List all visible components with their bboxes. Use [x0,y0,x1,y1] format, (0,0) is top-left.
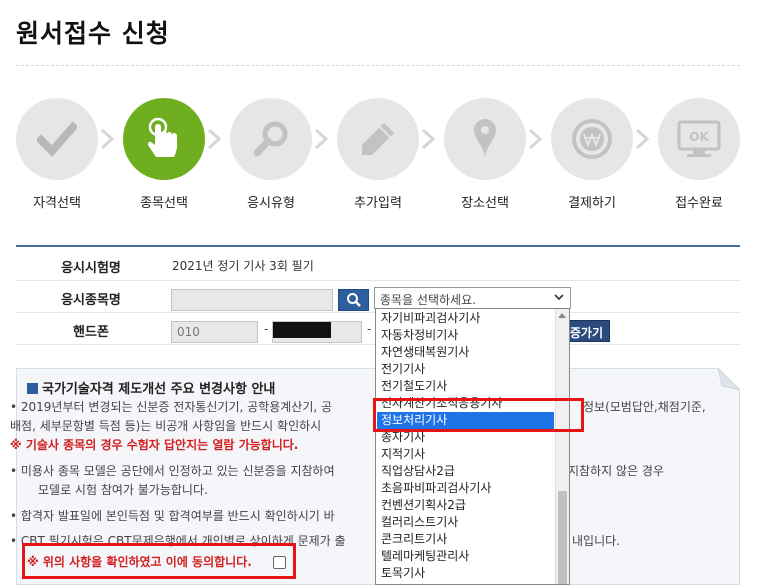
search-button[interactable] [338,289,369,311]
selected-item-highlight-box [373,398,584,432]
step-complete: OK 접수완료 [645,98,753,211]
step-label: 결제하기 [568,196,616,211]
phone-label: 핸드폰 [73,325,109,340]
dropdown-option[interactable]: 지적기사 [380,446,555,463]
dropdown-option[interactable]: 토목기사 [380,565,555,582]
masked-phone-number [273,322,331,338]
step-payment: 결제하기 [538,98,646,211]
dropdown-option[interactable]: 전기기사 [380,361,555,378]
dropdown-option[interactable]: 초음파비파괴검사기사 [380,480,555,497]
subject-label: 응시종목명 [61,293,121,308]
title-divider [16,65,740,66]
chevron-right-icon [100,128,114,150]
notice-title-text: 국가기술자격 제도개선 주요 변경사항 안내 [42,382,276,397]
notice-title: 국가기술자격 제도개선 주요 변경사항 안내 [27,378,275,397]
bullet-icon [27,383,38,394]
chevron-right-icon [207,128,221,150]
scroll-up-icon[interactable] [558,312,566,318]
notice-line: • 합격자 발표일에 본인득점 및 합격여부를 반드시 확인하시기 바 [10,509,335,523]
scrollbar-thumb[interactable] [558,491,567,584]
step-location: 장소선택 [431,98,539,211]
exam-name-value: 2021년 정기 기사 3회 필기 [172,259,314,273]
pencil-icon [337,98,419,180]
page-fold-icon [718,368,740,390]
notice-line: • 2019년부터 변경되는 신분증 전자통신기기, 공학용계산기, 공 [10,400,333,414]
agree-checkbox[interactable] [273,556,286,569]
chevron-down-icon [554,294,564,301]
step-label: 종목선택 [140,196,188,211]
step-label: 자격선택 [33,196,81,211]
search-icon [346,293,361,307]
subject-dropdown-list[interactable]: 자기비파괴검사기사 자동차정비기사 자연생태복원기사 전기기사 전기철도기사 전자계산기조… [375,308,570,585]
chevron-right-icon [528,128,542,150]
exam-name-row: 응시시험명 2021년 정기 기사 3회 필기 [16,249,740,281]
subject-search-input[interactable] [171,289,333,311]
monitor-ok-text: OK [689,130,709,144]
won-coin-icon [551,98,633,180]
location-pin-icon [444,98,526,180]
progress-stepper: 자격선택 종목선택 응시유형 추가입력 장소선택 결제하기 OK 접수완료 [0,98,767,218]
step-qualification: 자격선택 [3,98,111,211]
agree-label: ※ 위의 사항을 확인하였고 이에 동의합니다. [27,555,252,569]
magnifier-icon [230,98,312,180]
page-title: 원서접수 신청 [16,19,170,48]
dropdown-option[interactable]: 텔레마케팅관리사 [380,548,555,565]
notice-line: 지참하지 않은 경우 [568,464,664,478]
subject-select[interactable]: 종목을 선택하세요. [374,287,571,309]
monitor-ok-icon: OK [658,98,740,180]
dropdown-option[interactable]: 컬러리스트기사 [380,514,555,531]
chevron-right-icon [635,128,649,150]
exam-name-label: 응시시험명 [61,261,121,276]
notice-line: 정보(모범답안,채점기준, [583,400,706,414]
check-icon [16,98,98,180]
dropdown-option[interactable]: 직업상담사2급 [380,463,555,480]
dropdown-option[interactable]: 자연생태복원기사 [380,344,555,361]
chevron-right-icon [421,128,435,150]
step-label: 접수완료 [675,196,723,211]
step-exam-type: 응시유형 [217,98,325,211]
touch-icon [123,98,205,180]
notice-line: • 미용사 종목 모델은 공단에서 인정하고 있는 신분증을 지참하여 [10,464,335,478]
dropdown-scrollbar[interactable] [555,309,569,584]
phone-dash: - [264,322,269,336]
step-subject: 종목선택 [110,98,218,211]
dropdown-option[interactable]: 콘크리트기사 [380,531,555,548]
dropdown-option[interactable]: 컨벤션기획사2급 [380,497,555,514]
dropdown-option[interactable]: 자동차정비기사 [380,327,555,344]
dropdown-option[interactable]: 전기철도기사 [380,378,555,395]
step-label: 응시유형 [247,196,295,211]
form-top-border [16,245,740,247]
dropdown-option[interactable]: 자기비파괴검사기사 [380,310,555,327]
notice-line: 배점, 세부문항별 득점 등)는 비공개 사항임을 반드시 확인하시 [10,419,322,433]
phone-prefix-input[interactable]: 010 [171,321,258,343]
phone-dash: - [367,322,372,336]
notice-line: 모델로 시험 참여가 불가능합니다. [38,483,208,497]
step-label: 장소선택 [461,196,509,211]
notice-warning-line: ※ 기술사 종목의 경우 수험자 답안지는 열람 가능합니다. [10,438,299,452]
chevron-right-icon [314,128,328,150]
notice-line: 내입니다. [572,534,620,548]
subject-select-value: 종목을 선택하세요. [380,293,476,307]
step-additional-input: 추가입력 [324,98,432,211]
step-label: 추가입력 [354,196,402,211]
